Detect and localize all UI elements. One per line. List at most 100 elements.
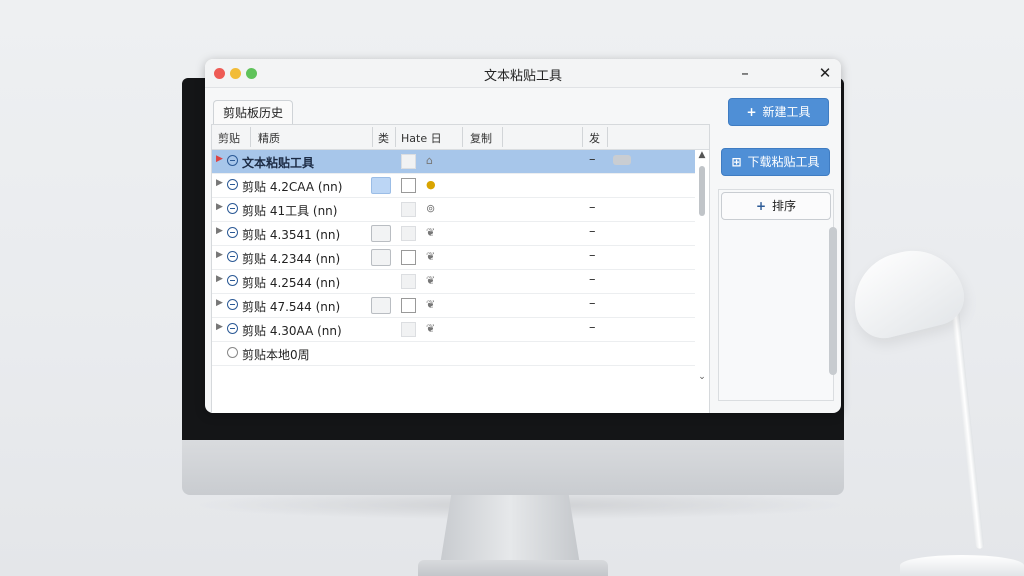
minus-circle-icon[interactable] xyxy=(227,203,238,214)
color-swatch[interactable] xyxy=(371,297,391,314)
minus-circle-icon[interactable] xyxy=(227,179,238,190)
status-icon: ❦ xyxy=(426,250,436,263)
row-checkbox[interactable] xyxy=(401,250,416,265)
list-item-label: 剪贴 4.3541 (nn) xyxy=(242,228,341,242)
row-checkbox[interactable] xyxy=(401,154,416,169)
list-item-label: 剪贴 4.2CAA (nn) xyxy=(242,180,343,194)
add-tool-button[interactable]: + 新建工具 xyxy=(728,98,829,126)
color-swatch[interactable] xyxy=(371,249,391,266)
sort-button[interactable]: + 排序 xyxy=(721,192,831,220)
column-divider xyxy=(502,127,503,147)
radio-icon[interactable] xyxy=(227,347,238,358)
scroll-up-arrow-icon[interactable]: ▲ xyxy=(697,150,707,160)
column-header: 剪贴 精质 类 Hate 日 复制 发 xyxy=(212,125,709,150)
row-checkbox[interactable] xyxy=(401,274,416,289)
list-item[interactable]: ▶ 剪贴 4.2544 (nn) ❦ – xyxy=(212,270,695,294)
vertical-scrollbar[interactable]: ▲ ⌄ xyxy=(697,150,707,410)
list-item[interactable]: ▶ 剪贴 41工具 (nn) ⊚ – xyxy=(212,198,695,222)
row-dash: – xyxy=(589,224,596,239)
list-item-label: 剪贴 4.2544 (nn) xyxy=(242,276,341,290)
column-header-cell[interactable]: 类 xyxy=(378,130,389,146)
expand-triangle-icon[interactable]: ▶ xyxy=(216,274,223,284)
column-divider xyxy=(607,127,608,147)
desk-lamp-head xyxy=(843,239,971,345)
paste-tool-label: 下载粘贴工具 xyxy=(747,155,820,169)
minus-circle-icon[interactable] xyxy=(227,275,238,286)
row-checkbox[interactable] xyxy=(401,322,416,337)
row-dash: – xyxy=(589,272,596,287)
clipboard-list-panel: 剪贴 精质 类 Hate 日 复制 发 ▶ 文本粘贴工具 ⌂ – ▶ 剪贴 4.2CAA … xyxy=(211,124,710,413)
list-item[interactable]: ▶ 剪贴 4.30AA (nn) ❦ – xyxy=(212,318,695,342)
status-icon: ❦ xyxy=(426,322,436,335)
sort-label: 排序 xyxy=(772,199,797,213)
column-header-cell[interactable]: Hate 日 xyxy=(401,130,442,146)
side-panel xyxy=(718,189,834,401)
expand-triangle-icon[interactable]: ▶ xyxy=(216,322,223,332)
minimize-button[interactable]: – xyxy=(733,62,757,84)
plus-icon: + xyxy=(755,199,767,213)
row-dash: – xyxy=(589,200,596,215)
expand-triangle-icon[interactable]: ▶ xyxy=(216,202,223,212)
monitor-stand-base xyxy=(418,560,608,576)
list-item[interactable]: ▶ 文本粘贴工具 ⌂ – xyxy=(212,150,695,174)
minus-circle-icon[interactable] xyxy=(227,251,238,262)
monitor-chin xyxy=(182,440,844,495)
close-button[interactable]: ✕ xyxy=(813,62,837,84)
row-checkbox[interactable] xyxy=(401,298,416,313)
column-header-cell[interactable]: 发 xyxy=(589,130,600,146)
add-tool-label: 新建工具 xyxy=(762,105,811,119)
row-dash: – xyxy=(589,320,596,335)
expand-triangle-icon[interactable]: ▶ xyxy=(216,178,223,188)
paste-tool-button[interactable]: ⊞ 下载粘贴工具 xyxy=(721,148,830,176)
app-window: 文本粘贴工具 – ✕ 剪贴板历史 剪贴 精质 类 Hate 日 复制 发 ▶ 文本… xyxy=(205,59,841,413)
list-item[interactable]: ▶ 剪贴 47.544 (nn) ❦ – xyxy=(212,294,695,318)
side-panel-scrollbar[interactable] xyxy=(829,227,837,375)
clipboard-list: ▶ 文本粘贴工具 ⌂ – ▶ 剪贴 4.2CAA (nn) ● ▶ 剪贴 41工具 (nn) ⊚ –… xyxy=(212,150,695,366)
list-item-label: 剪贴本地0周 xyxy=(242,348,310,362)
scroll-down-arrow-icon[interactable]: ⌄ xyxy=(697,372,707,382)
paste-icon: ⊞ xyxy=(731,155,742,169)
status-icon: ● xyxy=(426,178,436,191)
minus-circle-icon[interactable] xyxy=(227,227,238,238)
vertical-scroll-thumb[interactable] xyxy=(699,166,705,216)
column-divider xyxy=(250,127,251,147)
list-item[interactable]: ▶ 剪贴 4.3541 (nn) ❦ – xyxy=(212,222,695,246)
row-dash: – xyxy=(589,152,596,167)
tag-pill xyxy=(613,155,631,165)
expand-triangle-icon[interactable]: ▶ xyxy=(216,154,223,164)
row-dash: – xyxy=(589,248,596,263)
desk-lamp-base xyxy=(900,555,1024,576)
minus-circle-icon[interactable] xyxy=(227,299,238,310)
title-bar: 文本粘贴工具 – ✕ xyxy=(205,59,841,88)
column-divider xyxy=(395,127,396,147)
status-icon: ❦ xyxy=(426,226,436,239)
list-item[interactable]: 剪贴本地0周 xyxy=(212,342,695,366)
list-item-label: 剪贴 47.544 (nn) xyxy=(242,300,341,314)
list-item[interactable]: ▶ 剪贴 4.2CAA (nn) ● xyxy=(212,174,695,198)
list-item-label: 剪贴 4.2344 (nn) xyxy=(242,252,341,266)
status-icon: ❦ xyxy=(426,274,436,287)
expand-triangle-icon[interactable]: ▶ xyxy=(216,298,223,308)
desk-lamp-arm xyxy=(950,299,985,550)
status-icon: ❦ xyxy=(426,298,436,311)
column-divider xyxy=(462,127,463,147)
row-dash: – xyxy=(589,296,596,311)
row-checkbox[interactable] xyxy=(401,202,416,217)
tab-clipboard-history[interactable]: 剪贴板历史 xyxy=(213,100,293,125)
color-swatch[interactable] xyxy=(371,225,391,242)
list-item[interactable]: ▶ 剪贴 4.2344 (nn) ❦ – xyxy=(212,246,695,270)
column-header-cell[interactable]: 剪贴 xyxy=(218,130,240,146)
column-header-cell[interactable]: 精质 xyxy=(258,130,280,146)
minus-circle-icon[interactable] xyxy=(227,155,238,166)
row-checkbox[interactable] xyxy=(401,226,416,241)
expand-triangle-icon[interactable]: ▶ xyxy=(216,250,223,260)
color-swatch[interactable] xyxy=(371,177,391,194)
minus-circle-icon[interactable] xyxy=(227,323,238,334)
expand-triangle-icon[interactable]: ▶ xyxy=(216,226,223,236)
list-item-label: 剪贴 4.30AA (nn) xyxy=(242,324,342,338)
plus-icon: + xyxy=(746,105,757,119)
row-checkbox[interactable] xyxy=(401,178,416,193)
column-header-cell[interactable]: 复制 xyxy=(470,130,492,146)
list-item-label: 剪贴 41工具 (nn) xyxy=(242,204,338,218)
list-item-label: 文本粘贴工具 xyxy=(242,156,315,170)
